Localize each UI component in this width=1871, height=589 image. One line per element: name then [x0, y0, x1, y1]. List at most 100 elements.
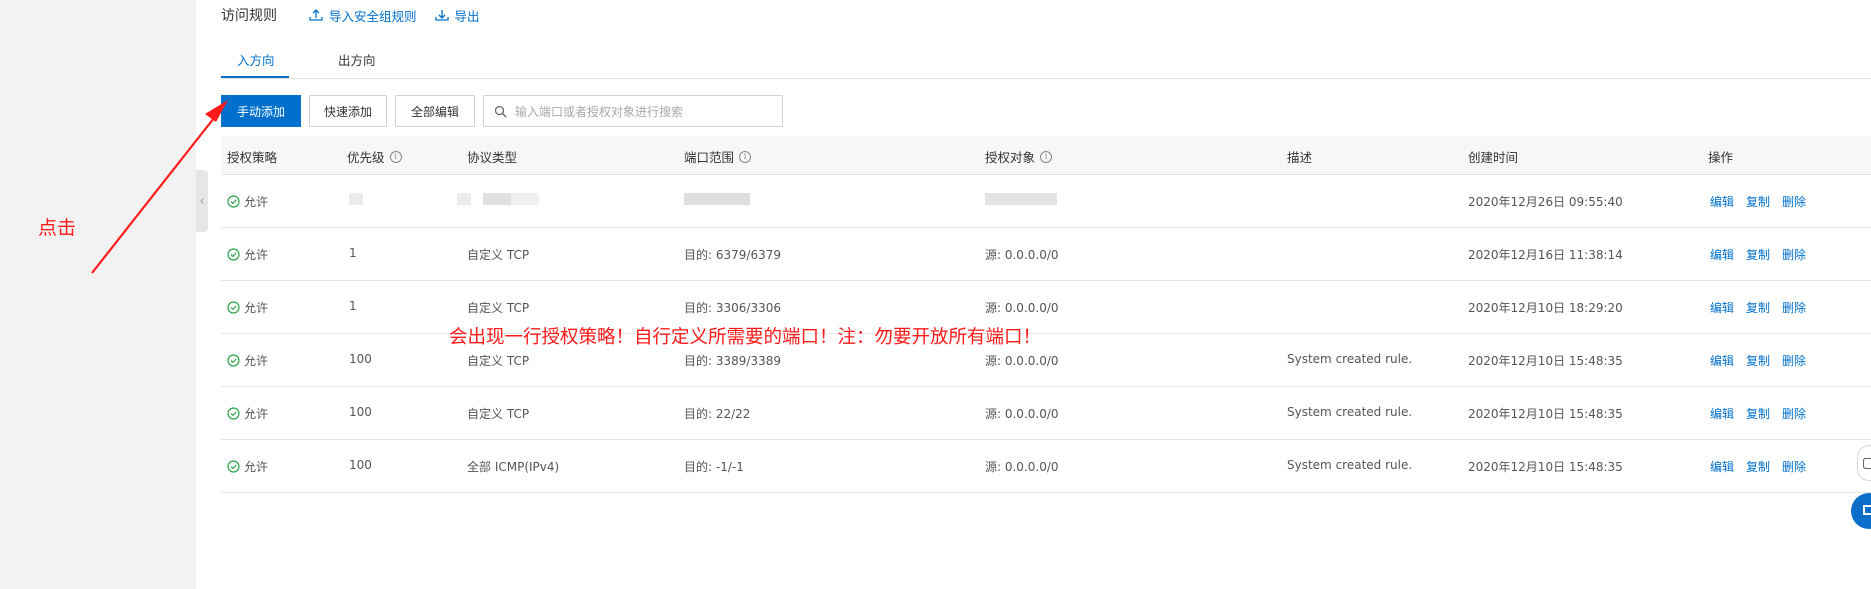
edit-link[interactable]: 编辑: [1710, 299, 1734, 316]
edit-all-button[interactable]: 全部编辑: [395, 95, 475, 127]
policy-cell: 允许: [227, 299, 268, 316]
description-cell: System created rule.: [1287, 405, 1413, 419]
priority-cell: 100: [349, 352, 372, 366]
download-icon: [434, 10, 449, 21]
toolbar: 手动添加 快速添加 全部编辑 输入端口或者授权对象进行搜索: [221, 95, 783, 127]
delete-link[interactable]: 删除: [1782, 458, 1806, 475]
object-cell: 源: 0.0.0.0/0: [985, 354, 1059, 368]
object-cell: 源: 0.0.0.0/0: [985, 301, 1059, 315]
annotation-click-label: 点击: [38, 217, 77, 239]
policy-label: 允许: [244, 354, 269, 368]
policy-label: 允许: [244, 460, 269, 474]
manual-add-button[interactable]: 手动添加: [221, 95, 301, 127]
edit-link[interactable]: 编辑: [1710, 193, 1734, 210]
edit-link[interactable]: 编辑: [1710, 352, 1734, 369]
actions-cell: 编辑 复制 删除: [1710, 458, 1818, 475]
tab-inbound[interactable]: 入方向: [237, 50, 275, 69]
info-icon[interactable]: i: [739, 150, 752, 163]
copy-link[interactable]: 复制: [1746, 299, 1770, 316]
search-placeholder: 输入端口或者授权对象进行搜索: [515, 104, 684, 119]
policy-cell: 允许: [227, 352, 268, 369]
delete-link[interactable]: 删除: [1782, 246, 1806, 263]
col-object: 授权对象 i: [985, 147, 1053, 166]
object-cell: 源: 0.0.0.0/0: [985, 407, 1059, 421]
delete-link[interactable]: 删除: [1782, 405, 1806, 422]
check-circle-icon: [227, 195, 240, 208]
redacted-block: [684, 193, 750, 205]
chat-icon: ▢: [1862, 455, 1871, 471]
actions-cell: 编辑 复制 删除: [1710, 299, 1818, 316]
port-cell: [684, 193, 750, 208]
protocol-cell: 自定义 TCP: [467, 248, 530, 262]
copy-link[interactable]: 复制: [1746, 193, 1770, 210]
table-row: 允许 100 自定义 TCP 目的: 22/22 源: 0.0.0.0/0 Sy…: [221, 387, 1871, 440]
upload-icon: [309, 9, 323, 21]
policy-cell: 允许: [227, 246, 268, 263]
col-port-label: 端口范围: [684, 150, 735, 165]
protocol-cell: 全部 ICMP(IPv4): [467, 460, 560, 474]
actions-cell: 编辑 复制 删除: [1710, 246, 1818, 263]
col-protocol: 协议类型: [467, 150, 518, 165]
table-row: 允许 100 全部 ICMP(IPv4) 目的: -1/-1 源: 0.0.0.…: [221, 440, 1871, 493]
port-cell: 目的: 6379/6379: [684, 248, 781, 262]
actions-cell: 编辑 复制 删除: [1710, 193, 1818, 210]
policy-label: 允许: [244, 301, 269, 315]
created-time-cell: 2020年12月10日 15:48:35: [1468, 460, 1623, 474]
table-header: 授权策略 优先级 i 协议类型 端口范围 i 授权对象 i 描述 创建时间 操作: [221, 136, 1871, 175]
policy-label: 允许: [244, 195, 269, 209]
policy-cell: 允许: [227, 193, 268, 210]
edit-link[interactable]: 编辑: [1710, 405, 1734, 422]
import-rules-link[interactable]: 导入安全组规则: [309, 6, 417, 25]
edit-link[interactable]: 编辑: [1710, 246, 1734, 263]
quick-add-button[interactable]: 快速添加: [309, 95, 387, 127]
chevron-left-icon: ‹: [199, 193, 205, 209]
export-link[interactable]: 导出: [434, 6, 480, 25]
import-rules-label: 导入安全组规则: [329, 8, 417, 24]
left-sidebar: [0, 0, 196, 589]
main-content: 访问规则 导入安全组规则 导出 入方向 出方向 手动添加 快速添加 全部编辑 输: [221, 0, 1871, 589]
check-circle-icon: [227, 460, 240, 473]
info-icon[interactable]: i: [389, 150, 402, 163]
info-icon[interactable]: i: [1040, 150, 1053, 163]
policy-label: 允许: [244, 248, 269, 262]
redacted-block: [457, 193, 471, 205]
redacted-block: [985, 193, 1057, 205]
description-cell: System created rule.: [1287, 352, 1413, 366]
created-time-cell: 2020年12月10日 15:48:35: [1468, 407, 1623, 421]
object-cell: [985, 193, 1057, 208]
policy-cell: 允许: [227, 405, 268, 422]
active-tab-indicator: [221, 76, 289, 78]
delete-link[interactable]: 删除: [1782, 299, 1806, 316]
check-circle-icon: [227, 407, 240, 420]
col-policy: 授权策略: [227, 150, 278, 165]
port-cell: 目的: -1/-1: [684, 460, 744, 474]
delete-link[interactable]: 删除: [1782, 352, 1806, 369]
policy-cell: 允许: [227, 458, 268, 475]
annotation-note: 会出现一行授权策略！自行定义所需要的端口！注：勿要开放所有端口！: [449, 327, 1042, 348]
delete-link[interactable]: 删除: [1782, 193, 1806, 210]
actions-cell: 编辑 复制 删除: [1710, 405, 1818, 422]
feedback-float-button[interactable]: ▢: [1857, 445, 1871, 481]
col-description: 描述: [1287, 150, 1313, 165]
tab-outbound[interactable]: 出方向: [338, 50, 376, 69]
created-time-cell: 2020年12月26日 09:55:40: [1468, 195, 1623, 209]
port-cell: 目的: 3389/3389: [684, 354, 781, 368]
copy-link[interactable]: 复制: [1746, 246, 1770, 263]
priority-cell: 100: [349, 458, 372, 472]
copy-link[interactable]: 复制: [1746, 352, 1770, 369]
search-input[interactable]: 输入端口或者授权对象进行搜索: [483, 95, 783, 127]
copy-link[interactable]: 复制: [1746, 405, 1770, 422]
sidebar-collapse-handle[interactable]: ‹: [196, 170, 208, 232]
check-circle-icon: [227, 248, 240, 261]
table-row: 允许 1 自定义 TCP 目的: 6379/6379 源: 0.0.0.0/0 …: [221, 228, 1871, 281]
copy-link[interactable]: 复制: [1746, 458, 1770, 475]
redacted-block: [349, 193, 363, 205]
search-icon: [494, 105, 507, 117]
port-cell: 目的: 22/22: [684, 407, 751, 421]
export-label: 导出: [454, 8, 480, 24]
section-title: 访问规则: [221, 8, 277, 24]
edit-link[interactable]: 编辑: [1710, 458, 1734, 475]
protocol-cell: 自定义 TCP: [467, 407, 530, 421]
col-port: 端口范围 i: [684, 147, 752, 166]
redacted-block: [483, 193, 511, 205]
